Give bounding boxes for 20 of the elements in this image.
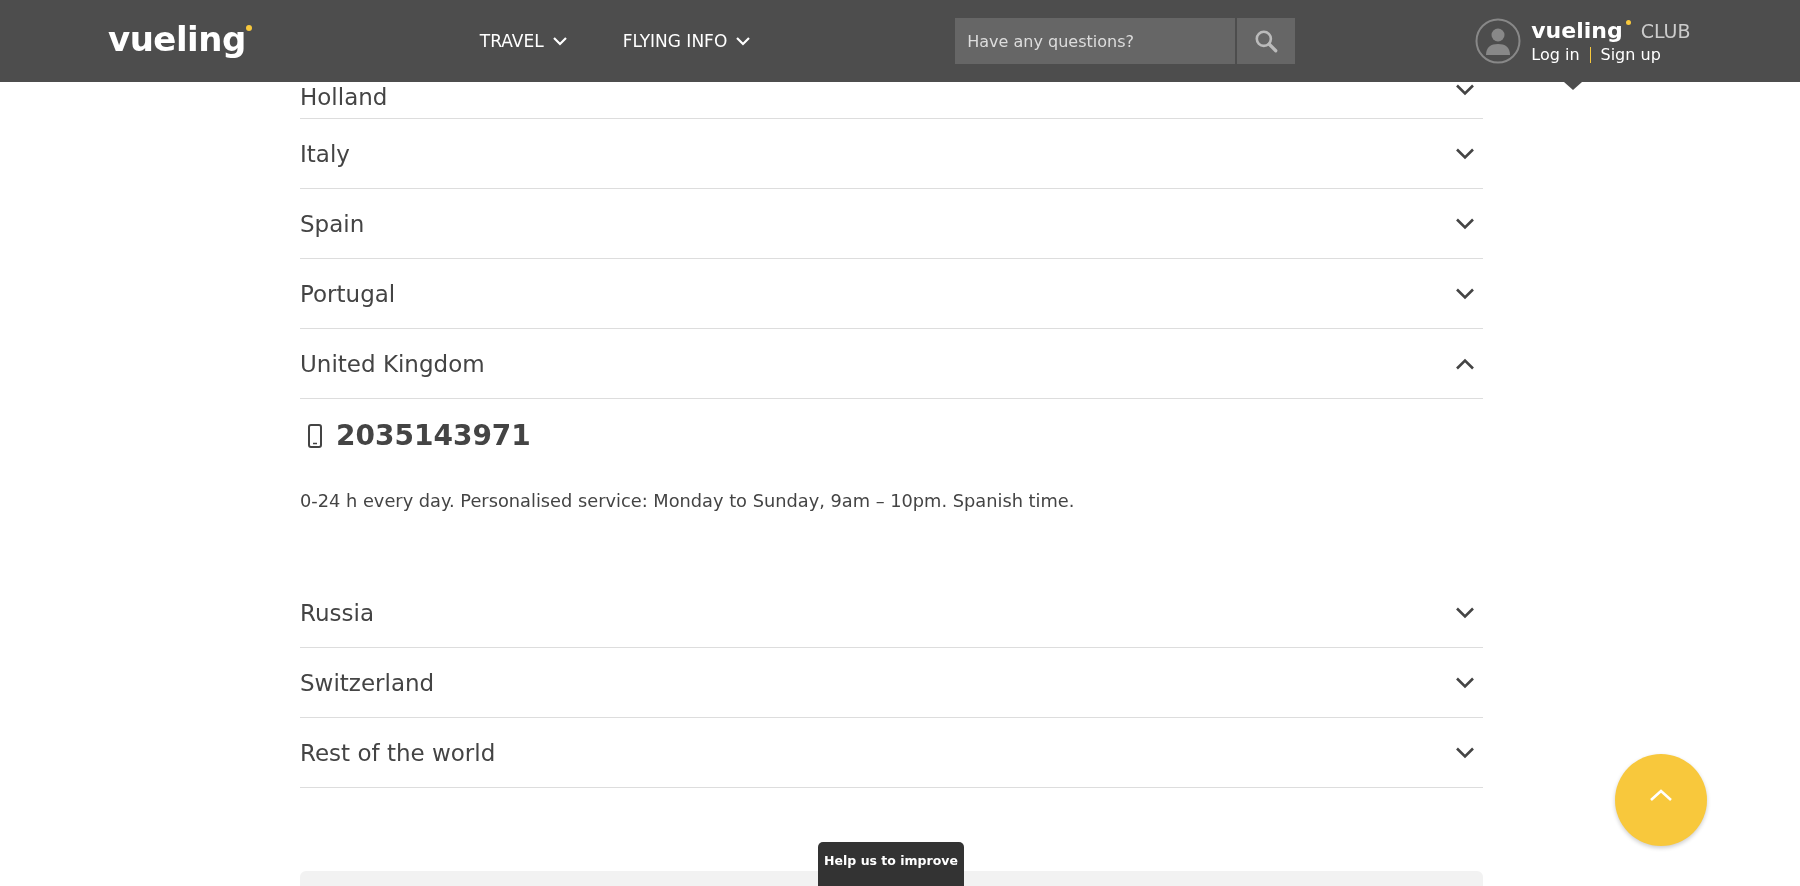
phone-number: 2035143971	[336, 419, 531, 452]
club-label: CLUB	[1640, 20, 1691, 42]
opening-hours-text: 0-24 h every day. Personalised service: Monday to Sunday, 9am – 10pm. Spanish time.	[300, 490, 1076, 511]
nav-menu-item[interactable]: TRAVEL	[479, 31, 567, 51]
chevron-up-icon	[1649, 787, 1673, 802]
accordion-header[interactable]: Holland	[300, 82, 1483, 119]
search-field[interactable]: Have any questions?	[955, 18, 1236, 64]
login-link[interactable]: Log in	[1531, 45, 1580, 64]
search-icon	[1253, 28, 1280, 54]
phone-icon	[308, 423, 322, 448]
club-logo: vueling	[1531, 18, 1631, 43]
scroll-to-top-button[interactable]	[1615, 754, 1707, 846]
chevron-down-icon	[736, 36, 751, 46]
logo[interactable]: vueling	[108, 19, 252, 59]
search-button[interactable]	[1237, 18, 1296, 64]
signup-link[interactable]: Sign up	[1600, 45, 1661, 64]
nav-menu-item[interactable]: FLYING INFO	[622, 31, 751, 51]
avatar-icon[interactable]	[1475, 18, 1522, 64]
chevron-down-icon	[552, 36, 567, 46]
feedback-tab[interactable]: Help us to improve	[818, 842, 964, 886]
